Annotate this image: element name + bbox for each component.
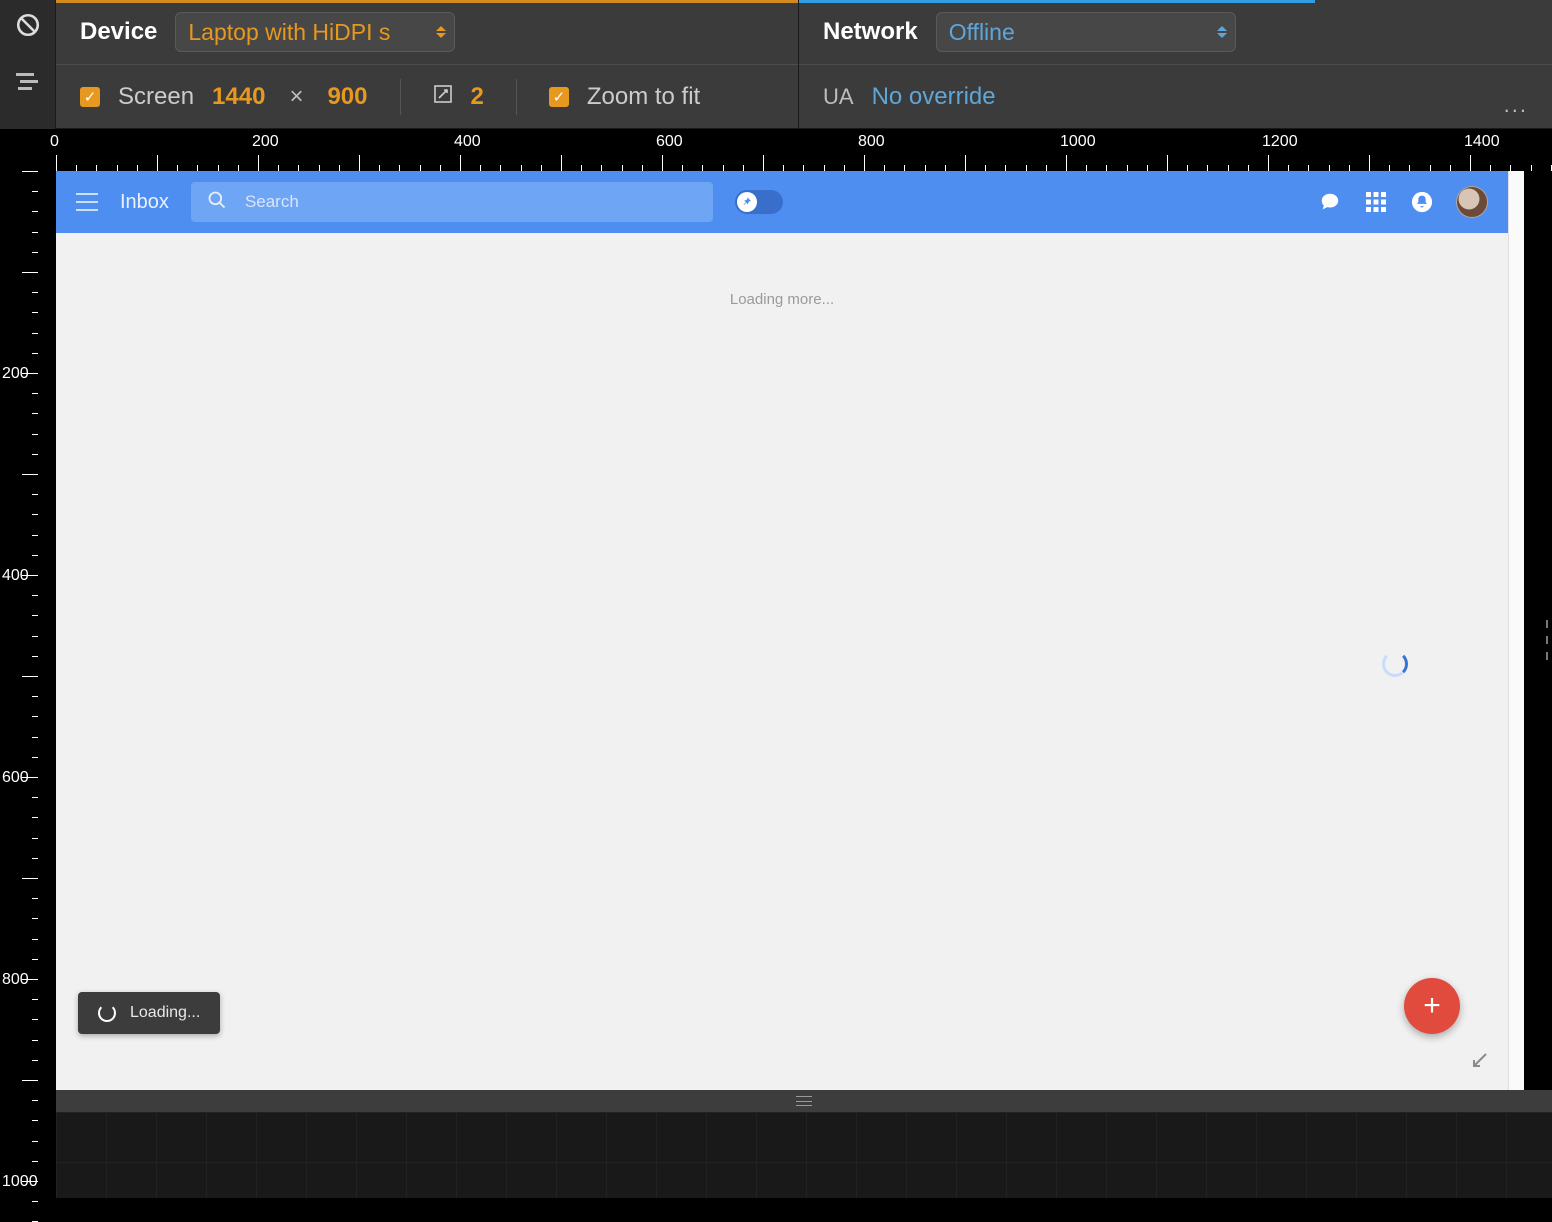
screen-row: ✓ Screen 1440 × 900 2 ✓ Zoom to fit (56, 64, 798, 128)
panel-splitter[interactable] (56, 1090, 1552, 1112)
screen-checkbox[interactable]: ✓ (80, 87, 100, 107)
viewport-scrollbar[interactable] (1508, 171, 1524, 1090)
viewport-content: Inbox Loadin (56, 171, 1508, 1090)
select-caret-icon (436, 26, 446, 38)
ruler-label: 600 (2, 769, 29, 787)
dpr-icon (433, 83, 453, 111)
network-select-value: Offline (949, 19, 1015, 46)
vertical-ruler: 200 400 600 800 1000 (0, 129, 38, 1198)
loading-toast: Loading... (78, 992, 220, 1034)
device-select[interactable]: Laptop with HiDPI s (175, 12, 455, 52)
search-icon (207, 190, 227, 215)
ruler-label: 1000 (2, 1173, 38, 1191)
zoom-label: Zoom to fit (587, 83, 700, 111)
user-avatar[interactable] (1456, 186, 1488, 218)
active-tab-indicator (799, 0, 1315, 3)
divider (516, 79, 517, 115)
dimension-x: × (289, 83, 303, 111)
pin-toggle[interactable] (735, 190, 783, 214)
ruler-label: 1000 (1060, 133, 1096, 151)
select-caret-icon (1217, 26, 1227, 38)
ua-row: UA No override (799, 64, 1552, 128)
ruler-label: 800 (858, 133, 885, 151)
plus-icon: + (1423, 989, 1441, 1023)
screen-width[interactable]: 1440 (212, 83, 265, 111)
screen-label: Screen (118, 83, 194, 111)
devtools-toolbar: Device Laptop with HiDPI s ✓ Screen 1440… (0, 0, 1552, 129)
devtools-panels: Device Laptop with HiDPI s ✓ Screen 1440… (56, 0, 1552, 129)
active-tab-indicator (56, 0, 798, 3)
resize-handle-icon[interactable] (1470, 1052, 1488, 1076)
loading-spinner-icon (1382, 651, 1408, 677)
horizontal-ruler: 0 200 400 600 800 1000 1200 1400 (38, 129, 1552, 171)
ruler-label: 200 (252, 133, 279, 151)
device-viewport: Inbox Loadin (56, 171, 1524, 1090)
hamburger-icon[interactable] (76, 193, 98, 211)
ruler-label: 1400 (1464, 133, 1500, 151)
compose-fab[interactable]: + (1404, 978, 1460, 1034)
network-label: Network (823, 18, 918, 46)
ua-label: UA (823, 84, 854, 110)
devtools-side-column (0, 0, 56, 129)
filter-icon[interactable] (11, 64, 45, 98)
loading-more-text: Loading more... (56, 291, 1508, 308)
drawer-grab-handle[interactable] (1542, 620, 1552, 660)
ua-value[interactable]: No override (872, 83, 996, 111)
device-select-value: Laptop with HiDPI s (188, 19, 390, 46)
search-bar[interactable] (191, 182, 714, 222)
search-input[interactable] (245, 192, 698, 212)
pin-icon (737, 192, 757, 212)
more-menu-icon[interactable]: ... (1504, 92, 1528, 118)
zoom-checkbox[interactable]: ✓ (549, 87, 569, 107)
ruler-label: 1200 (1262, 133, 1298, 151)
app-title: Inbox (120, 191, 169, 214)
screen-height[interactable]: 900 (327, 83, 367, 111)
ruler-label: 200 (2, 365, 29, 383)
apps-grid-icon[interactable] (1364, 190, 1388, 214)
divider (400, 79, 401, 115)
grip-icon (796, 1096, 812, 1106)
notifications-icon[interactable] (1410, 190, 1434, 214)
chat-icon[interactable] (1318, 190, 1342, 214)
device-row: Device Laptop with HiDPI s (56, 0, 798, 64)
spinner-icon (98, 1004, 116, 1022)
ruler-label: 400 (454, 133, 481, 151)
network-row: Network Offline (799, 0, 1552, 64)
ruler-label: 600 (656, 133, 683, 151)
toast-text: Loading... (130, 1004, 200, 1022)
network-select[interactable]: Offline (936, 12, 1236, 52)
network-panel: Network Offline UA No override ... (799, 0, 1552, 129)
inbox-header: Inbox (56, 171, 1508, 233)
device-panel: Device Laptop with HiDPI s ✓ Screen 1440… (56, 0, 799, 129)
ruler-label: 400 (2, 567, 29, 585)
bottom-panel-background (56, 1112, 1552, 1198)
dpr-value[interactable]: 2 (471, 83, 484, 111)
ruler-label: 0 (50, 133, 59, 151)
device-label: Device (80, 18, 157, 46)
no-entry-icon[interactable] (11, 8, 45, 42)
ruler-label: 800 (2, 971, 29, 989)
